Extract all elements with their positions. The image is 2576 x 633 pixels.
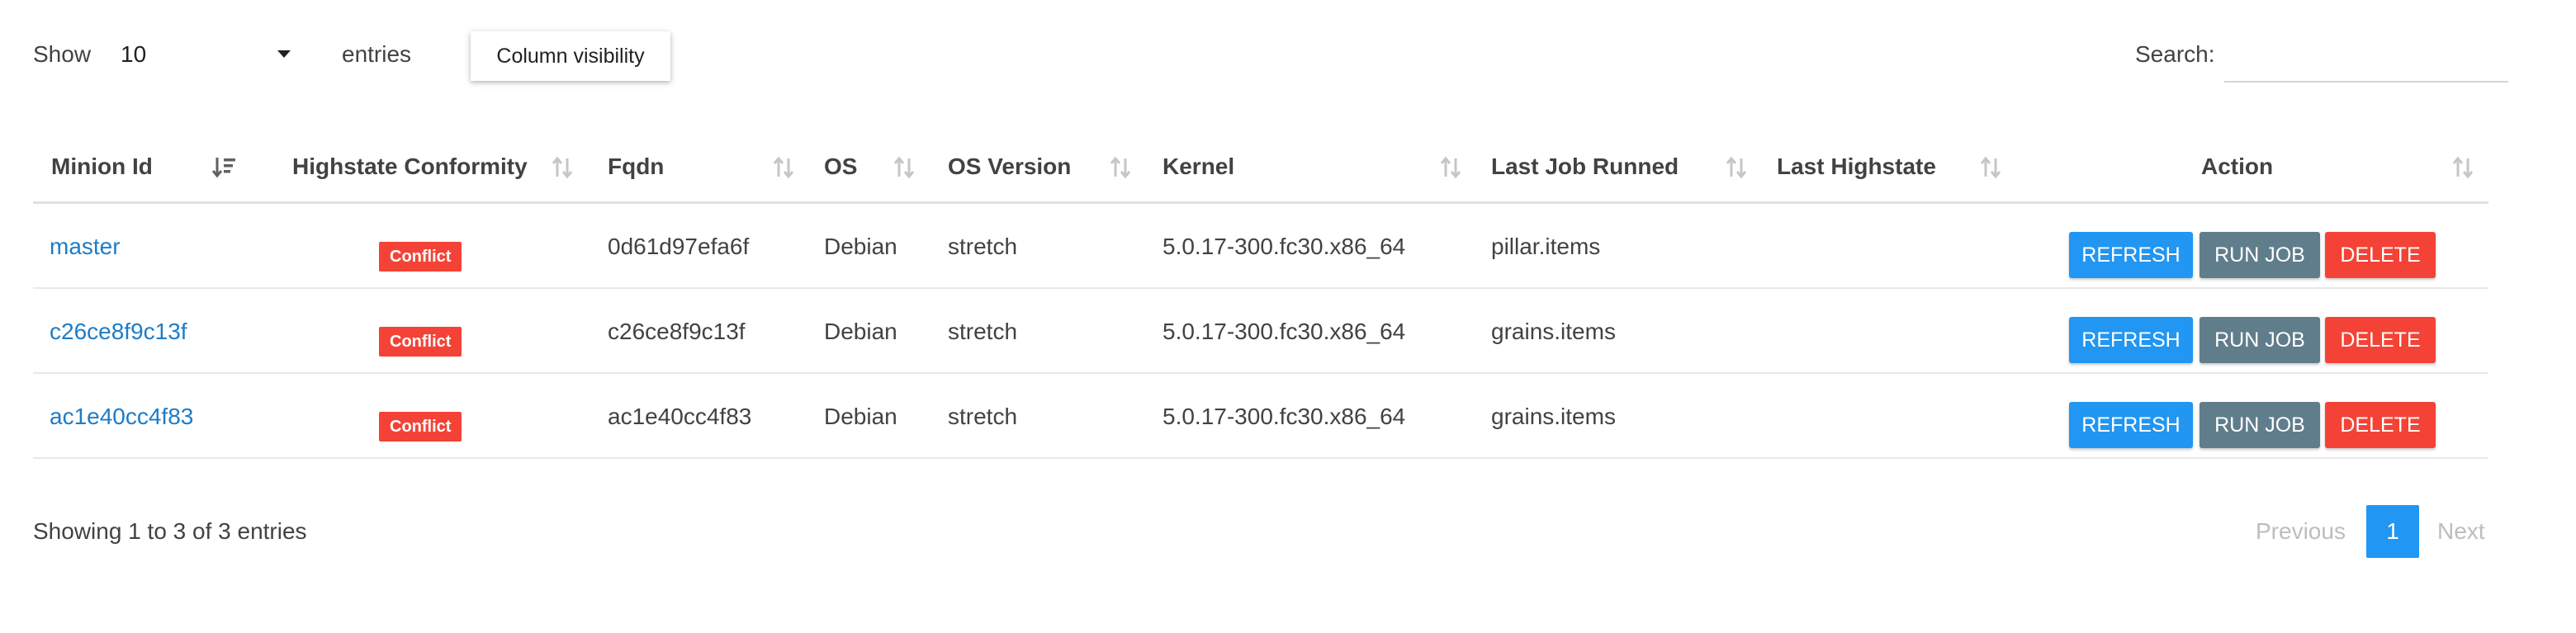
cell-kernel: 5.0.17-300.fc30.x86_64 [1163, 234, 1406, 259]
cell-last-job: pillar.items [1491, 234, 1601, 259]
minion-id-link[interactable]: ac1e40cc4f83 [50, 404, 193, 430]
cell-fqdn: c26ce8f9c13f [608, 319, 746, 344]
table-info: Showing 1 to 3 of 3 entries [33, 518, 307, 544]
column-header-last-highstate[interactable]: Last Highstate [1777, 154, 1936, 180]
minions-table-page: Show 10 entries Column visibility Search… [0, 0, 2576, 633]
minion-id-link[interactable]: master [50, 234, 121, 260]
sort-both-icon[interactable] [1108, 155, 1133, 184]
pagination-page-1[interactable]: 1 [2366, 505, 2419, 558]
cell-kernel: 5.0.17-300.fc30.x86_64 [1163, 404, 1406, 429]
cell-fqdn: ac1e40cc4f83 [608, 404, 752, 429]
sorted-desc-icon[interactable] [211, 155, 236, 184]
cell-kernel: 5.0.17-300.fc30.x86_64 [1163, 319, 1406, 344]
column-header-minion-id[interactable]: Minion Id [51, 154, 153, 180]
caret-down-icon [277, 50, 291, 58]
run-job-button[interactable]: RUN JOB [2200, 402, 2320, 448]
search-input[interactable] [2224, 33, 2508, 83]
delete-button[interactable]: DELETE [2325, 402, 2436, 448]
entries-length-select[interactable]: 10 [121, 28, 294, 81]
sort-both-icon[interactable] [1978, 155, 2003, 184]
refresh-button[interactable]: REFRESH [2069, 232, 2193, 278]
table-body: master 0d61d97efa6f Debian stretch 5.0.17-30… [33, 204, 2488, 459]
cell-os: Debian [824, 404, 897, 429]
show-label: Show [33, 41, 92, 67]
table-row: c26ce8f9c13f c26ce8f9c13f Debian stretch 5.0… [33, 289, 2488, 374]
sort-both-icon[interactable] [550, 155, 575, 184]
minion-id-link[interactable]: c26ce8f9c13f [50, 319, 187, 345]
cell-os: Debian [824, 234, 897, 259]
run-job-button[interactable]: RUN JOB [2200, 232, 2320, 278]
entries-label: entries [342, 41, 412, 67]
delete-button[interactable]: DELETE [2325, 317, 2436, 363]
column-header-os[interactable]: OS [824, 154, 857, 180]
pagination-next[interactable]: Next [2437, 518, 2485, 545]
search-label: Search: [2135, 41, 2215, 67]
column-header-fqdn[interactable]: Fqdn [608, 154, 664, 180]
cell-os-version: stretch [948, 404, 1018, 429]
entries-length-value: 10 [121, 41, 147, 67]
column-visibility-button[interactable]: Column visibility [471, 31, 670, 81]
sort-both-icon[interactable] [1438, 155, 1463, 184]
column-header-kernel[interactable]: Kernel [1163, 154, 1234, 180]
cell-os-version: stretch [948, 319, 1018, 344]
sort-both-icon[interactable] [892, 155, 916, 184]
refresh-button[interactable]: REFRESH [2069, 402, 2193, 448]
cell-last-job: grains.items [1491, 319, 1616, 344]
cell-last-job: grains.items [1491, 404, 1616, 429]
sort-both-icon[interactable] [1724, 155, 1749, 184]
column-header-os-version[interactable]: OS Version [948, 154, 1071, 180]
column-header-last-job-runned[interactable]: Last Job Runned [1491, 154, 1679, 180]
cell-os-version: stretch [948, 234, 1018, 259]
table-row: ac1e40cc4f83 ac1e40cc4f83 Debian stretch 5.0… [33, 374, 2488, 459]
column-header-action[interactable]: Action [2201, 154, 2273, 180]
refresh-button[interactable]: REFRESH [2069, 317, 2193, 363]
table-row: master 0d61d97efa6f Debian stretch 5.0.17-30… [33, 204, 2488, 289]
pagination-previous[interactable]: Previous [2256, 518, 2346, 545]
delete-button[interactable]: DELETE [2325, 232, 2436, 278]
conflict-badge: Conflict [379, 327, 462, 357]
cell-fqdn: 0d61d97efa6f [608, 234, 750, 259]
sort-both-icon[interactable] [2451, 155, 2475, 184]
minions-table: Minion Id Highstate Conformity Fqdn OS OS Ve… [33, 139, 2488, 459]
run-job-button[interactable]: RUN JOB [2200, 317, 2320, 363]
conflict-badge: Conflict [379, 242, 462, 272]
conflict-badge: Conflict [379, 412, 462, 442]
column-header-highstate-conformity[interactable]: Highstate Conformity [292, 154, 528, 180]
table-header-row: Minion Id Highstate Conformity Fqdn OS OS Ve… [33, 139, 2488, 204]
cell-os: Debian [824, 319, 897, 344]
sort-both-icon[interactable] [771, 155, 796, 184]
